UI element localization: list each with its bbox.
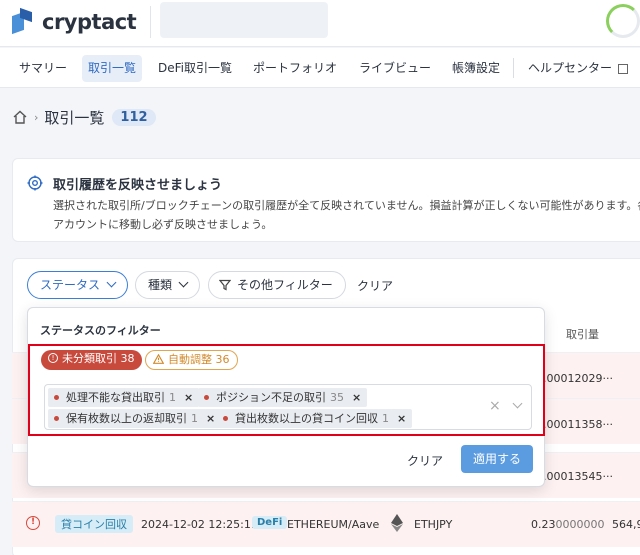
transaction-date: 2024-12-02 12:25:11	[141, 518, 258, 531]
clear-selection-icon[interactable]: ×	[489, 398, 501, 414]
workspace-selector[interactable]	[160, 2, 328, 38]
nav-divider	[513, 58, 514, 78]
main-nav: サマリー 取引一覧 DeFi取引一覧 ポートフォリオ ライブビュー 帳簿設定 ヘ…	[0, 48, 640, 88]
remove-tag-icon[interactable]: ×	[397, 412, 406, 425]
selected-status-tag: 貸出枚数以上の貸コイン回収 1 ×	[217, 409, 413, 428]
logo-text: cryptact	[42, 10, 137, 34]
unclassified-transactions-pill[interactable]: ! 未分類取引 38	[41, 350, 142, 370]
amount-integer: 0.23	[531, 518, 556, 531]
help-label: ヘルプセンター	[528, 61, 613, 75]
nav-ledger-settings[interactable]: 帳簿設定	[446, 55, 506, 82]
selected-status-tag: ポジション不足の取引 35 ×	[198, 388, 368, 407]
divider	[150, 6, 151, 38]
notice-title: 取引履歴を反映させましょう	[53, 178, 223, 193]
other-filters-label: その他フィルター	[237, 278, 333, 292]
sync-notice: 取引履歴を反映させましょう 選択された取引所/ブロックチェーンの取引履歴が全て反…	[12, 158, 640, 242]
status-dot-icon	[204, 394, 209, 400]
tag-count: 35	[330, 391, 344, 404]
selected-status-tag: 保有枚数以上の返却取引 1 ×	[48, 409, 222, 428]
logo-icon	[12, 7, 34, 35]
tag-count: 1	[169, 391, 176, 404]
status-filter-label: ステータス	[40, 278, 101, 292]
top-bar: cryptact	[0, 0, 640, 47]
home-icon[interactable]	[12, 109, 28, 125]
defi-badge: DeFi	[252, 516, 288, 529]
status-filter-button[interactable]: ステータス	[27, 271, 129, 299]
table-cell-amount: 0.00013545···	[536, 470, 613, 483]
logo[interactable]: cryptact	[12, 7, 137, 36]
chevron-down-icon	[106, 277, 117, 288]
loading-spinner-icon	[606, 4, 640, 38]
page-title: 取引一覧	[44, 108, 105, 127]
error-icon: !	[26, 516, 40, 530]
transaction-type-tag: 貸コイン回収	[55, 515, 133, 533]
status-dot-icon	[54, 415, 59, 421]
tag-label: 貸出枚数以上の貸コイン回収	[235, 412, 378, 425]
auto-adjust-pill[interactable]: 自動調整 36	[145, 350, 238, 370]
chevron-down-icon	[178, 277, 189, 288]
column-header-amount: 取引量	[566, 328, 599, 341]
nav-portfolio[interactable]: ポートフォリオ	[247, 55, 343, 82]
notice-body: 選択された取引所/ブロックチェーンの取引履歴が全て反映されていません。損益計算が…	[53, 199, 640, 231]
other-filters-button[interactable]: その他フィルター	[208, 271, 346, 299]
remove-tag-icon[interactable]: ×	[184, 391, 193, 404]
tag-count: 1	[382, 412, 389, 425]
status-clear-button[interactable]: クリア	[407, 452, 443, 469]
selected-status-tag: 処理不能な貸出取引 1 ×	[48, 388, 200, 407]
clear-filters-link[interactable]: クリア	[357, 277, 393, 294]
tag-label: 保有枚数以上の返却取引	[66, 412, 187, 425]
type-filter-label: 種類	[148, 278, 173, 292]
nav-summary[interactable]: サマリー	[13, 55, 73, 82]
table-cell-amount: 0.00012029···	[536, 372, 613, 385]
external-link-icon	[618, 63, 629, 74]
nav-defi-transactions[interactable]: DeFi取引一覧	[152, 55, 238, 82]
pair-label: ETHJPY	[414, 518, 453, 531]
remove-tag-icon[interactable]: ×	[352, 391, 361, 404]
status-dot-icon	[54, 394, 59, 400]
tag-count: 1	[191, 412, 198, 425]
status-dot-icon	[223, 415, 228, 421]
pill-label: 自動調整 36	[168, 353, 230, 366]
funnel-icon	[218, 279, 232, 290]
transaction-value: 564,9	[612, 518, 640, 531]
nav-help-center[interactable]: ヘルプセンター	[522, 55, 634, 82]
apply-button[interactable]: 適用する	[461, 445, 533, 473]
tag-label: ポジション不足の取引	[216, 391, 326, 404]
error-icon: !	[48, 353, 58, 363]
ethereum-icon	[391, 514, 403, 532]
chevron-right-icon: ›	[34, 110, 39, 124]
warning-icon	[152, 353, 165, 364]
table-cell-amount: 0.00011358···	[536, 418, 613, 431]
transaction-count-badge: 112	[112, 108, 156, 126]
transaction-amount: 0.230000000	[531, 518, 605, 531]
remove-tag-icon[interactable]: ×	[206, 412, 215, 425]
tag-label: 処理不能な貸出取引	[66, 391, 165, 404]
breadcrumb: › 取引一覧 112	[12, 106, 156, 128]
network-label: ETHEREUM/Aave	[287, 518, 380, 531]
type-filter-button[interactable]: 種類	[135, 271, 201, 299]
nav-transactions[interactable]: 取引一覧	[82, 55, 143, 82]
pill-label: 未分類取引 38	[62, 352, 135, 365]
nav-live-view[interactable]: ライブビュー	[353, 55, 437, 82]
status-filter-title: ステータスのフィルター	[40, 324, 161, 337]
target-icon	[27, 175, 43, 191]
amount-decimals: 0000000	[555, 518, 605, 531]
